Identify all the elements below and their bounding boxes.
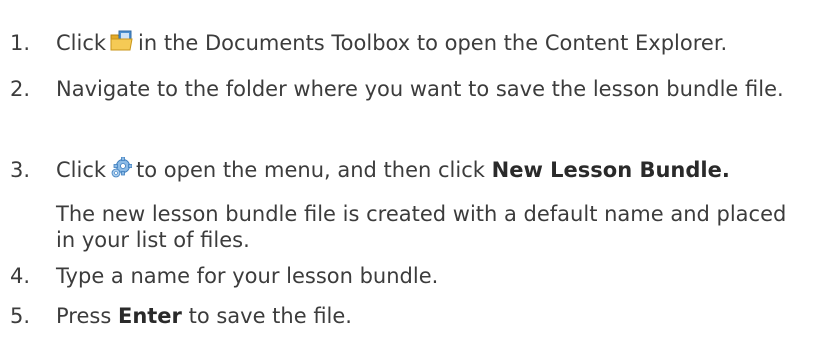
step-number: 4. [10, 264, 31, 288]
step-text-middle: to open the menu, and then click [136, 158, 485, 182]
step-text-after: to save the file. [188, 304, 352, 328]
step-text: Navigate to the folder where you want to… [56, 77, 784, 101]
step-text-after: in the Documents Toolbox to open the Con… [138, 31, 728, 55]
gear-icon [110, 157, 133, 179]
step-text: Press Enter to save the file. [56, 303, 808, 329]
step-number: 2. [10, 77, 31, 101]
step-text: Type a name for your lesson bundle. [56, 264, 439, 288]
step-text-before: Press [56, 304, 112, 328]
step-number: 1. [10, 31, 31, 55]
step-text-before: Click [56, 31, 107, 55]
key-name: Enter [117, 304, 182, 328]
step-text: Click to open the menu, and then click N… [56, 157, 808, 183]
content-explorer-folder-icon [110, 30, 134, 52]
menu-item-name: New Lesson Bundle. [491, 158, 730, 182]
step-text: Click in the Documents Toolbox to open t… [56, 30, 808, 56]
step-number: 3. [10, 158, 31, 182]
step-number: 5. [10, 304, 31, 328]
step-text-before: Click [56, 158, 107, 182]
step-note: The new lesson bundle file is created wi… [56, 202, 787, 252]
